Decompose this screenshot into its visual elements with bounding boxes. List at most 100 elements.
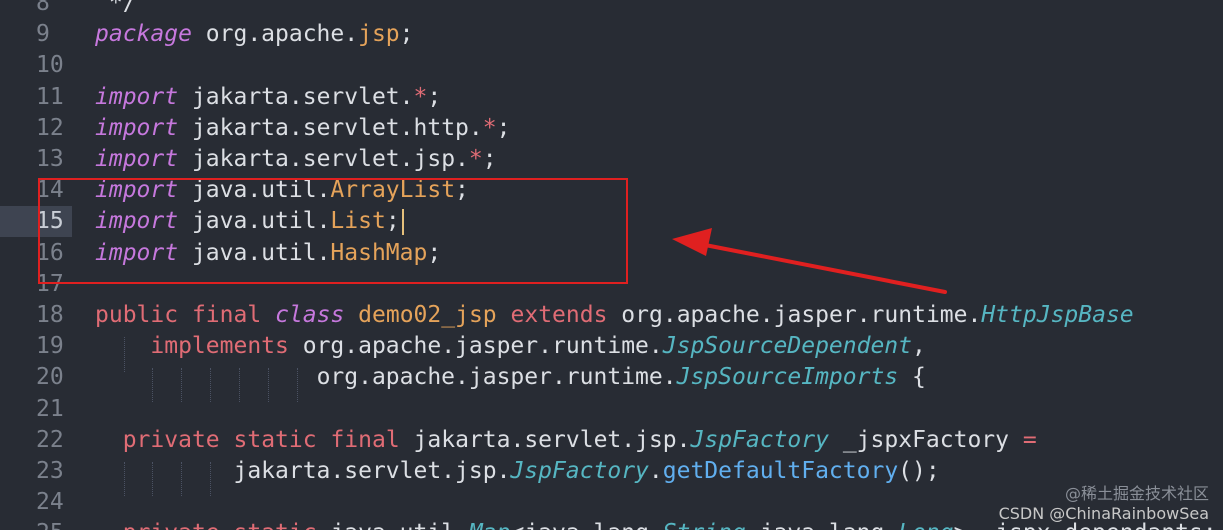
code-token: jakarta.servlet. bbox=[178, 83, 414, 110]
code-token: jakarta.servlet.http. bbox=[178, 114, 483, 141]
code-token: ; bbox=[427, 83, 442, 110]
code-line[interactable]: 12 import jakarta.servlet.http.*; bbox=[0, 113, 1223, 144]
code-token: import bbox=[95, 114, 179, 141]
code-token: JspFactory bbox=[510, 458, 649, 484]
code-token: java.util. bbox=[317, 520, 468, 530]
code-token: String bbox=[663, 520, 746, 530]
line-number: 18 bbox=[36, 302, 64, 328]
code-line[interactable]: 20 org.apache.jasper.runtime.JspSourceIm… bbox=[0, 362, 1223, 393]
code-token: org.apache.jasper.runtime. bbox=[288, 333, 663, 360]
code-token: { bbox=[898, 364, 926, 391]
code-token: . bbox=[648, 458, 663, 484]
line-number: 22 bbox=[36, 426, 64, 453]
code-token: public bbox=[95, 302, 179, 328]
code-token: jakarta.servlet.jsp. bbox=[95, 458, 511, 484]
code-token: private bbox=[122, 426, 220, 453]
code-token: jsp bbox=[358, 21, 400, 48]
code-token: static bbox=[233, 426, 317, 453]
line-number: 11 bbox=[36, 83, 64, 110]
code-line[interactable]: 8 */ bbox=[0, 0, 1223, 19]
indent-guide bbox=[297, 368, 298, 402]
code-token: * bbox=[468, 146, 483, 172]
code-line[interactable]: 23 jakarta.servlet.jsp.JspFactory.getDef… bbox=[0, 456, 1223, 487]
indent-guide bbox=[152, 462, 153, 496]
line-number: 20 bbox=[36, 364, 64, 391]
code-token: demo02_jsp bbox=[358, 302, 497, 328]
code-token: private bbox=[123, 520, 220, 530]
code-token: jakarta.servlet.jsp. bbox=[178, 146, 469, 172]
code-token: static bbox=[234, 520, 317, 530]
code-token: JspFactory bbox=[690, 426, 829, 453]
indent-guide bbox=[124, 462, 125, 496]
code-line[interactable]: 11 import jakarta.servlet.*; bbox=[0, 82, 1223, 113]
code-token: * bbox=[413, 83, 428, 110]
code-token: ; bbox=[482, 146, 497, 172]
indent-guide bbox=[239, 368, 240, 402]
indent-guide bbox=[124, 337, 125, 372]
code-token: org.apache. bbox=[191, 21, 359, 48]
code-text: package org.apache.jsp; bbox=[95, 19, 414, 50]
annotation-highlight-box bbox=[38, 178, 628, 284]
code-text: jakarta.servlet.jsp.JspFactory.getDefaul… bbox=[95, 456, 940, 487]
code-token: jakarta.servlet.jsp. bbox=[399, 426, 691, 453]
watermark-line-1: @稀土掘金技术社区 bbox=[1064, 484, 1209, 503]
code-text: import jakarta.servlet.jsp.*; bbox=[95, 144, 497, 175]
code-token: ,java.lang. bbox=[746, 520, 898, 530]
code-token: org.apache.jasper.runtime. bbox=[607, 302, 982, 328]
code-token: package bbox=[95, 21, 192, 48]
line-number: 23 bbox=[36, 458, 64, 484]
line-number: 9 bbox=[36, 21, 50, 48]
watermark-line-2: CSDN @ChinaRainbowSea bbox=[998, 504, 1209, 523]
code-token: implements bbox=[150, 333, 289, 360]
code-token: final bbox=[330, 426, 400, 453]
code-token: = bbox=[1022, 426, 1037, 453]
watermark: @稀土掘金技术社区 CSDN @ChinaRainbowSea bbox=[999, 484, 1209, 524]
indent-guide bbox=[210, 462, 211, 496]
code-text: import jakarta.servlet.*; bbox=[95, 82, 441, 113]
code-token: , bbox=[912, 333, 926, 360]
code-token: (); bbox=[898, 458, 940, 484]
line-number: 10 bbox=[36, 52, 64, 79]
code-token: import bbox=[95, 146, 179, 172]
code-token: HttpJspBase bbox=[981, 302, 1134, 328]
code-token: class bbox=[275, 302, 345, 328]
line-number: 19 bbox=[36, 333, 64, 360]
indent-guide bbox=[152, 368, 153, 402]
code-line[interactable]: 19 implements org.apache.jasper.runtime.… bbox=[0, 331, 1223, 362]
line-number: 8 bbox=[36, 0, 50, 16]
indent-guide bbox=[210, 368, 211, 402]
line-number: 24 bbox=[36, 489, 64, 516]
code-line[interactable]: 22 private static final jakarta.servlet.… bbox=[0, 425, 1223, 456]
line-number: 12 bbox=[36, 114, 64, 141]
code-text: private static final jakarta.servlet.jsp… bbox=[95, 425, 1037, 456]
code-line[interactable]: 13 import jakarta.servlet.jsp.*; bbox=[0, 144, 1223, 175]
code-token: ; bbox=[399, 21, 414, 48]
code-token: ; bbox=[496, 114, 511, 141]
code-token: getDefaultFactory bbox=[662, 458, 899, 484]
annotation-arrow bbox=[672, 228, 947, 294]
code-line[interactable]: 9 package org.apache.jsp; bbox=[0, 19, 1223, 50]
code-line[interactable]: 10 bbox=[0, 50, 1223, 81]
code-token: org.apache.jasper.runtime. bbox=[316, 364, 677, 391]
code-token: JspSourceImports bbox=[676, 364, 899, 391]
code-line[interactable]: 18 public final class demo02_jsp extends … bbox=[0, 300, 1223, 331]
code-line[interactable]: 21 bbox=[0, 394, 1223, 425]
code-text: org.apache.jasper.runtime.JspSourceImpor… bbox=[95, 362, 926, 393]
indent-guide bbox=[268, 368, 269, 402]
indent-guide bbox=[181, 368, 182, 402]
code-token: final bbox=[191, 302, 262, 328]
code-token: import bbox=[95, 83, 179, 110]
code-token: */ bbox=[95, 0, 137, 16]
code-token: Map bbox=[469, 520, 511, 530]
